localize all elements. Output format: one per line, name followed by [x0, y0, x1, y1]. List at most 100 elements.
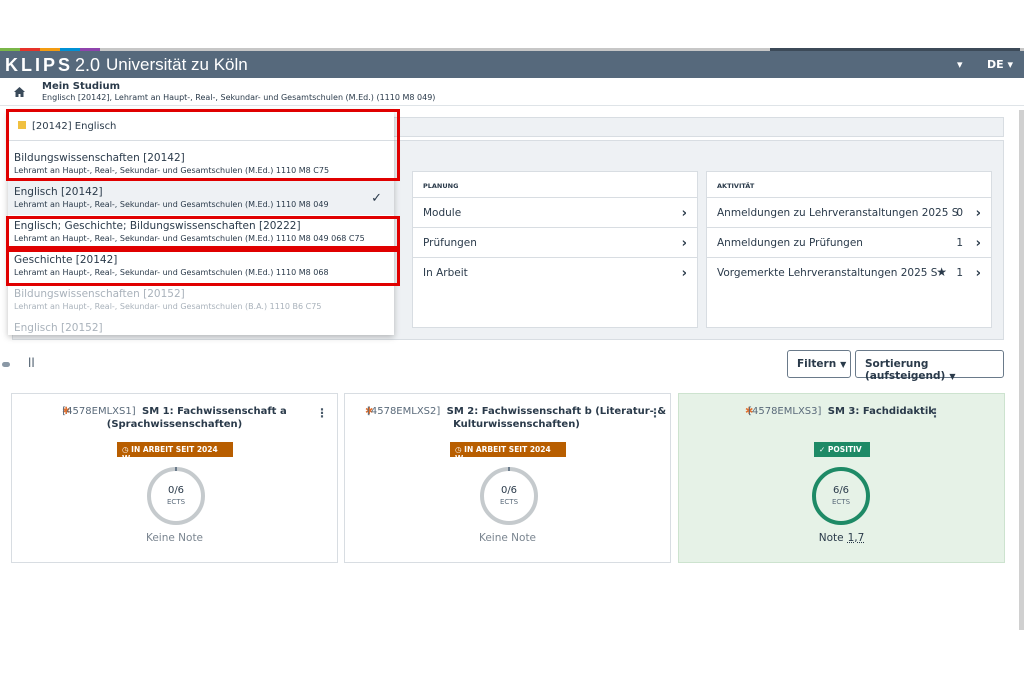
aktivitaet-heading: AKTIVITÄT	[707, 172, 991, 198]
planung-section: PLANUNG Module › Prüfungen › In Arbeit ›	[412, 171, 698, 328]
filter-button[interactable]: Filtern ▼	[787, 350, 851, 378]
chevron-right-icon: ›	[681, 236, 687, 251]
progress-tick	[508, 467, 510, 471]
status-badge: ◷ IN ARBEIT SEIT 2024 W	[450, 442, 566, 463]
status-badge: ✓ POSITIV	[814, 442, 870, 457]
planung-in-arbeit-row[interactable]: In Arbeit ›	[413, 258, 697, 288]
module-name: SM 2: Fachwissenschaft b (Literatur- &	[446, 406, 667, 417]
home-icon[interactable]	[14, 87, 25, 97]
grade-text: Keine Note	[145, 532, 204, 544]
more-options-icon[interactable]: ⋮	[316, 406, 328, 420]
university-name: Universität zu Köln	[106, 55, 248, 74]
more-options-icon[interactable]: ⋮	[649, 406, 661, 420]
module-name-line2: (Sprachwissenschaften)	[106, 419, 243, 430]
chevron-right-icon: ›	[975, 206, 981, 221]
progress-tick	[175, 467, 177, 471]
breadcrumb: Mein Studium Englisch [20142], Lehramt a…	[0, 79, 1024, 106]
status-badge: ◷ IN ARBEIT SEIT 2024 W	[117, 442, 233, 463]
badge-label: POSITIV	[827, 445, 862, 454]
module-code: [4578EMLXS1]	[62, 406, 136, 417]
chevron-right-icon: ›	[975, 266, 981, 281]
page-scrollbar[interactable]	[1019, 110, 1024, 630]
aktivitaet-lv-anmeldungen-row[interactable]: Anmeldungen zu Lehrveranstaltungen 2025 …	[707, 198, 991, 228]
ects-value: 6/6	[832, 485, 850, 496]
option-title: Englisch [20142]	[14, 186, 103, 198]
side-fragment: ll	[28, 356, 35, 370]
dropdown-option[interactable]: Bildungswissenschaften [20152] Lehramt a…	[8, 283, 394, 317]
module-name: SM 1: Fachwissenschaft a	[142, 406, 287, 417]
module-title: [4578EMLXS1] SM 1: Fachwissenschaft a (S…	[12, 405, 337, 431]
module-card[interactable]: ✱ [4578EMLXS2] SM 2: Fachwissenschaft b …	[344, 393, 671, 563]
dropdown-option[interactable]: Englisch [20152]	[8, 317, 394, 335]
chevron-right-icon: ›	[681, 206, 687, 221]
dropdown-option-selected[interactable]: Englisch [20142] Lehramt an Haupt-, Real…	[8, 181, 394, 215]
badge-label: IN ARBEIT SEIT 2024 W	[455, 445, 551, 463]
highlight-box	[6, 109, 400, 181]
aktivitaet-section: AKTIVITÄT Anmeldungen zu Lehrveranstaltu…	[706, 171, 992, 328]
grade-label: Note	[818, 532, 844, 544]
module-card[interactable]: ✱ [4578EMLXS1] SM 1: Fachwissenschaft a …	[11, 393, 338, 563]
row-label: In Arbeit	[423, 267, 468, 279]
logo-version: 2.0	[75, 55, 101, 75]
option-subtitle: Lehramt an Haupt-, Real-, Sekundar- und …	[14, 302, 322, 311]
ects-progress-ring: 6/6 ECTS	[812, 467, 870, 525]
module-card[interactable]: ✱ [4578EMLXS3] SM 3: Fachdidaktik ⋮ ✓ PO…	[678, 393, 1005, 563]
user-menu-dropdown[interactable]: ▾	[957, 58, 963, 71]
language-dropdown[interactable]: DE ▾	[987, 58, 1013, 71]
star-icon: ★	[936, 265, 947, 279]
highlight-box	[6, 216, 400, 249]
module-code: [4578EMLXS3]	[748, 406, 822, 417]
checkmark-icon: ✓	[371, 191, 382, 206]
side-handle-icon[interactable]	[2, 362, 10, 367]
row-label: Anmeldungen zu Lehrveranstaltungen 2025 …	[717, 207, 959, 219]
option-title: Bildungswissenschaften [20152]	[14, 288, 185, 300]
row-count: 0	[956, 207, 963, 219]
row-label: Anmeldungen zu Prüfungen	[717, 237, 863, 249]
clock-icon: ◷	[455, 445, 462, 454]
more-options-icon[interactable]: ⋮	[929, 406, 941, 420]
caret-down-icon: ▼	[949, 372, 956, 381]
module-name: SM 3: Fachdidaktik	[827, 406, 935, 417]
top-bar: KLIPS 2.0 Universität zu Köln ▾ DE ▾	[0, 51, 1024, 78]
row-label: Vorgemerkte Lehrveranstaltungen 2025 S	[717, 267, 938, 279]
filter-label: Filtern	[797, 358, 837, 370]
planung-modules-row[interactable]: Module ›	[413, 198, 697, 228]
planung-heading: PLANUNG	[413, 172, 697, 198]
page-title: Mein Studium	[42, 81, 120, 92]
option-title: Englisch [20152]	[14, 322, 103, 334]
module-name-line2: Kulturwissenschaften)	[453, 419, 580, 430]
chevron-right-icon: ›	[975, 236, 981, 251]
aktivitaet-pruefungen-row[interactable]: Anmeldungen zu Prüfungen 1 ›	[707, 228, 991, 258]
aktivitaet-vorgemerkt-row[interactable]: Vorgemerkte Lehrveranstaltungen 2025 S ★…	[707, 258, 991, 288]
klips-logo[interactable]: KLIPS 2.0	[5, 55, 100, 76]
sort-label: Sortierung (aufsteigend)	[865, 358, 946, 382]
clock-icon: ◷	[122, 445, 129, 454]
ects-progress-ring: 0/6 ECTS	[147, 467, 205, 525]
sort-button[interactable]: Sortierung (aufsteigend) ▼	[855, 350, 1004, 382]
module-title: [4578EMLXS2] SM 2: Fachwissenschaft b (L…	[345, 405, 670, 431]
caret-down-icon: ▼	[840, 360, 847, 369]
logo-text: KLIPS	[5, 55, 74, 75]
ects-value: 0/6	[167, 485, 185, 496]
ects-unit: ECTS	[499, 498, 519, 506]
check-circle-icon: ✓	[819, 445, 826, 454]
ects-unit: ECTS	[831, 498, 851, 506]
ects-unit: ECTS	[166, 498, 186, 506]
grade-value[interactable]: 1,7	[848, 532, 865, 544]
ects-progress-ring: 0/6 ECTS	[480, 467, 538, 525]
row-label: Prüfungen	[423, 237, 477, 249]
option-subtitle: Lehramt an Haupt-, Real-, Sekundar- und …	[14, 200, 329, 209]
badge-label: IN ARBEIT SEIT 2024 W	[122, 445, 218, 463]
planung-pruefungen-row[interactable]: Prüfungen ›	[413, 228, 697, 258]
row-count: 1	[956, 237, 963, 249]
ects-value: 0/6	[500, 485, 518, 496]
row-count: 1	[956, 267, 963, 279]
grade-text: Keine Note	[478, 532, 537, 544]
module-title: [4578EMLXS3] SM 3: Fachdidaktik	[679, 405, 1004, 418]
page-subtitle: Englisch [20142], Lehramt an Haupt-, Rea…	[42, 93, 436, 102]
grade-text: Note 1,7	[679, 532, 1004, 544]
row-label: Module	[423, 207, 462, 219]
highlight-box	[6, 249, 400, 286]
chevron-right-icon: ›	[681, 266, 687, 281]
module-code: [4578EMLXS2]	[366, 406, 441, 417]
